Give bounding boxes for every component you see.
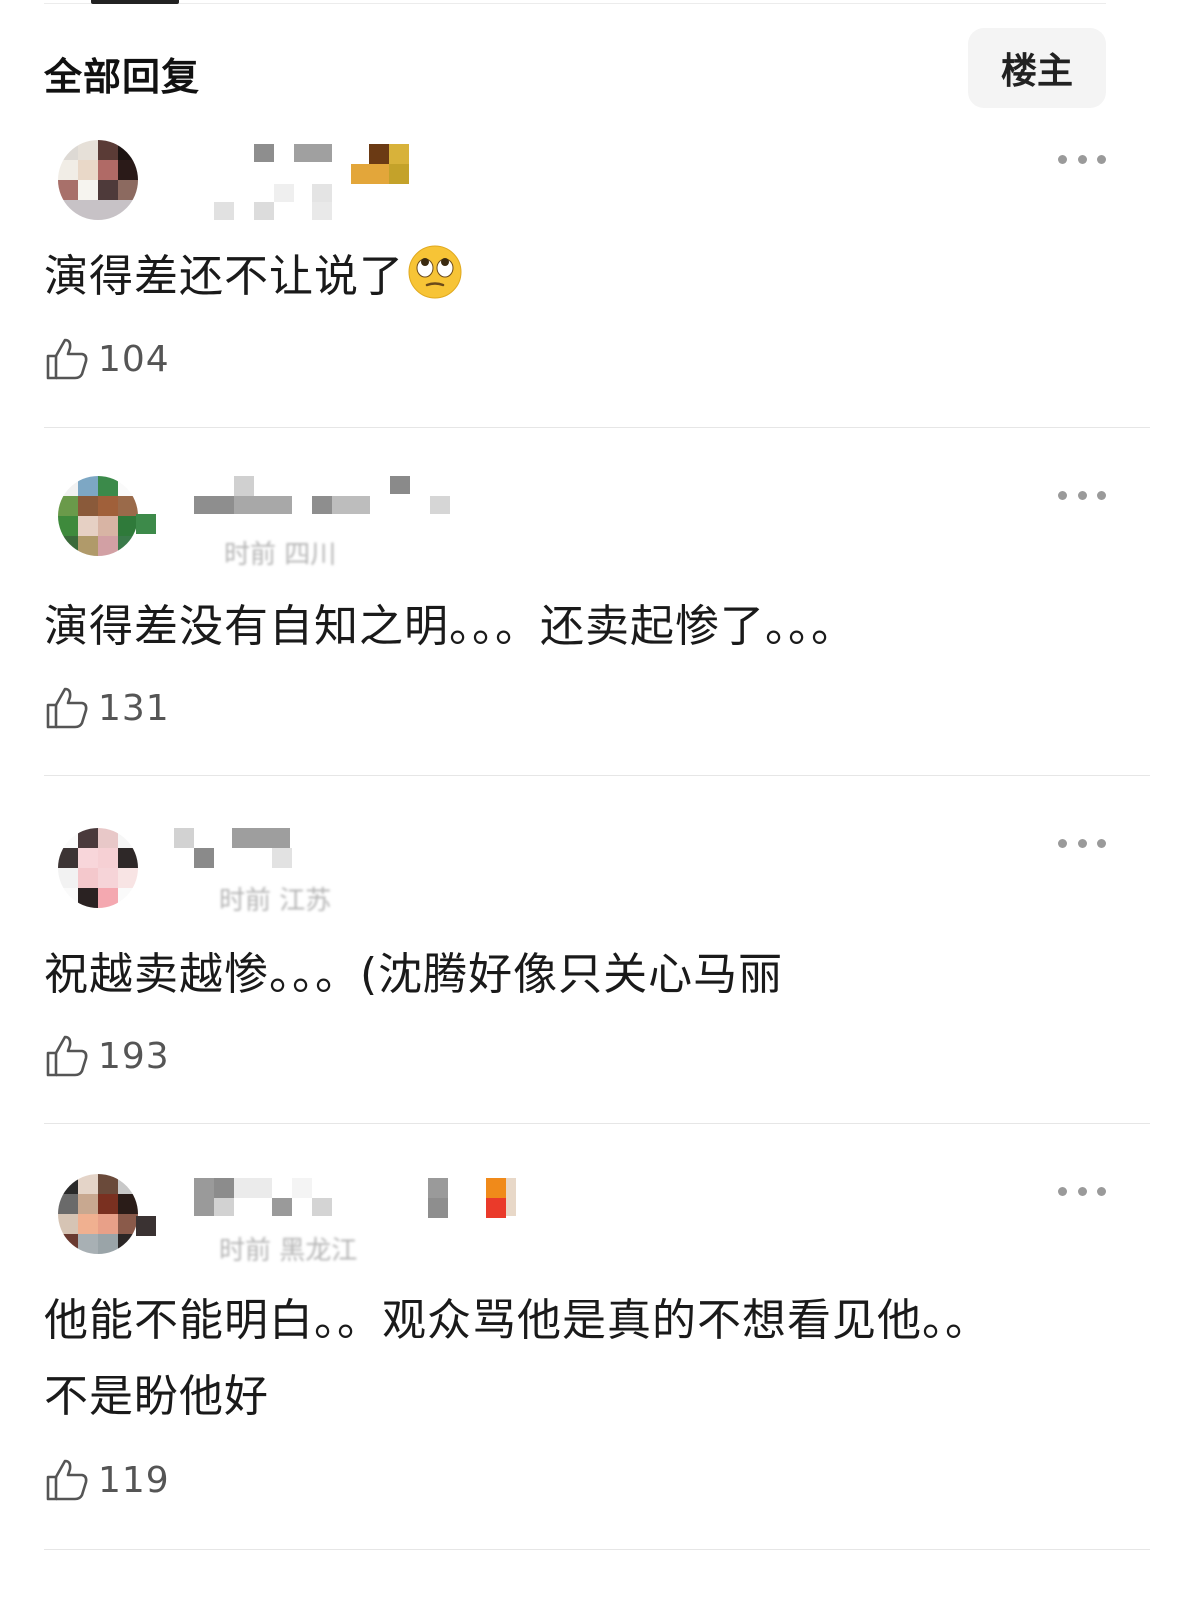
comment-item: 时前 黑龙江 他能不能明白。。观众骂他是真的不想看见他。。 不是盼他好 119 — [44, 1172, 1150, 1550]
comment-text: 演得差还不让说了 — [44, 240, 462, 314]
op-only-filter-button[interactable]: 楼主 — [968, 28, 1106, 108]
more-options-button[interactable] — [1058, 1180, 1106, 1202]
user-badge-mosaic — [428, 1178, 528, 1218]
comment-divider — [44, 1123, 1150, 1124]
user-badge-mosaic — [351, 144, 411, 184]
comment-text-line-2: 不是盼他好 — [44, 1371, 269, 1422]
post-time-location: 时前 黑龙江 — [219, 1236, 358, 1266]
thumbs-up-icon — [46, 338, 88, 380]
face-with-rolling-eyes-emoji — [408, 245, 462, 299]
comment-text: 祝越卖越惨。。。(沈腾好像只关心马丽 — [44, 949, 784, 1000]
top-divider — [44, 3, 1106, 4]
like-count: 131 — [98, 687, 170, 729]
username-mosaic[interactable] — [174, 828, 304, 868]
like-count: 119 — [98, 1459, 170, 1501]
tab-indicator — [91, 0, 179, 4]
like-button[interactable]: 104 — [44, 333, 170, 385]
thumbs-up-icon — [46, 1035, 88, 1077]
user-avatar[interactable] — [58, 140, 138, 220]
more-options-button[interactable] — [1058, 484, 1106, 506]
more-options-button[interactable] — [1058, 832, 1106, 854]
comment-text-line-1: 他能不能明白。。观众骂他是真的不想看见他。。 — [44, 1295, 990, 1346]
user-avatar[interactable] — [58, 828, 138, 908]
like-count: 193 — [98, 1035, 170, 1077]
reply-list-page: 全部回复 楼主 演得差还不让说了 104 时前 四川 演得差没有自知之明。。。还… — [0, 0, 1179, 1607]
avatar-badge — [136, 514, 156, 534]
post-time-location: 时前 四川 — [224, 540, 337, 570]
replies-header: 全部回复 楼主 — [44, 28, 1106, 108]
like-button[interactable]: 119 — [44, 1454, 170, 1506]
comment-item: 时前 四川 演得差没有自知之明。。。还卖起惨了。。。 131 — [44, 476, 1150, 776]
all-replies-title: 全部回复 — [44, 55, 201, 99]
comment-text: 演得差没有自知之明。。。还卖起惨了。。。 — [44, 601, 856, 652]
username-mosaic[interactable] — [194, 476, 454, 516]
thumbs-up-icon — [46, 1459, 88, 1501]
post-time-location: 时前 江苏 — [219, 886, 332, 916]
comment-divider — [44, 1549, 1150, 1550]
comment-item: 演得差还不让说了 104 — [44, 140, 1150, 428]
comment-content: 演得差还不让说了 — [44, 251, 404, 302]
more-options-button[interactable] — [1058, 148, 1106, 170]
like-button[interactable]: 193 — [44, 1030, 170, 1082]
user-avatar[interactable] — [58, 476, 138, 556]
username-mosaic[interactable] — [194, 1178, 374, 1218]
like-count: 104 — [98, 338, 170, 380]
avatar-badge — [136, 1216, 156, 1236]
comment-item: 时前 江苏 祝越卖越惨。。。(沈腾好像只关心马丽 193 — [44, 824, 1150, 1124]
like-button[interactable]: 131 — [44, 682, 170, 734]
comment-divider — [44, 427, 1150, 428]
comment-divider — [44, 775, 1150, 776]
user-avatar[interactable] — [58, 1174, 138, 1254]
thumbs-up-icon — [46, 687, 88, 729]
